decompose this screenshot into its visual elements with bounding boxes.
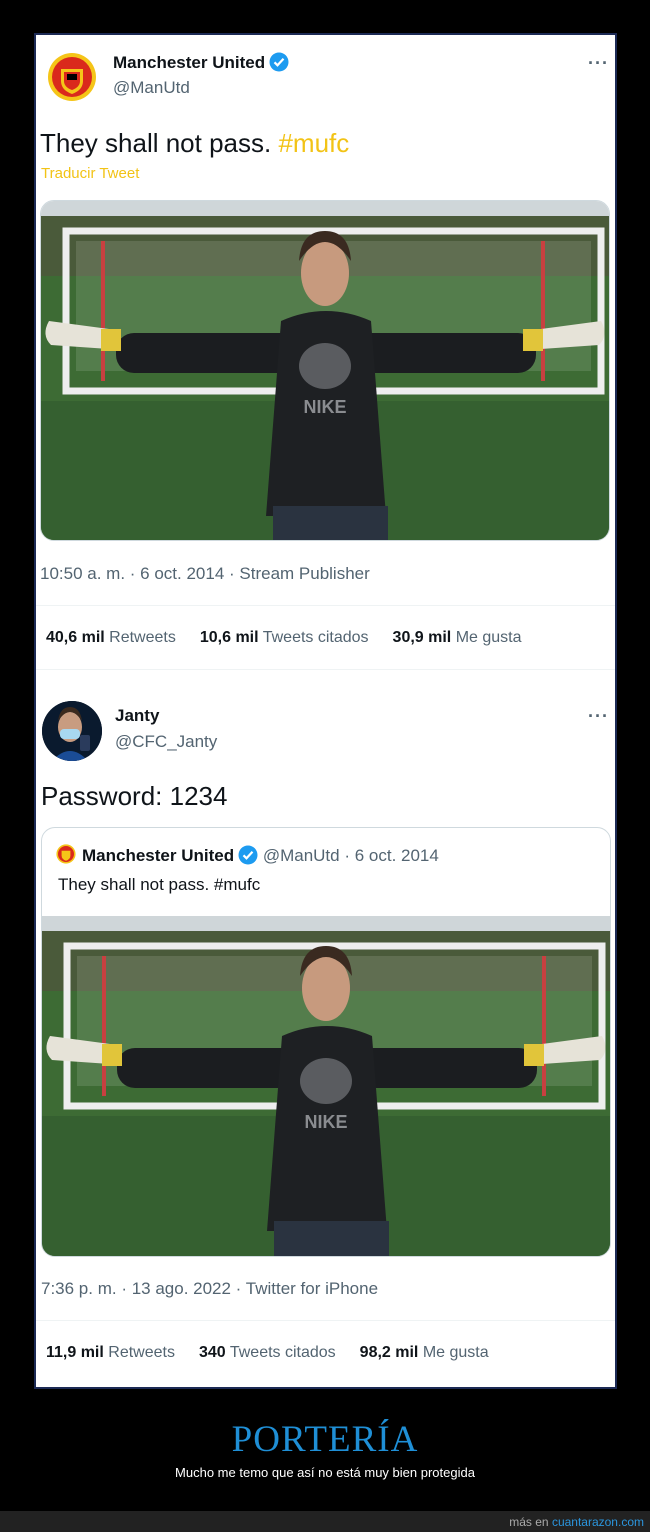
quoted-tweet[interactable]: Manchester United @ManUtd · 6 oct. 2014 … — [41, 827, 611, 1257]
quoted-tweet-text: They shall not pass. #mufc — [58, 875, 261, 894]
post-subtitle: Mucho me temo que así no está muy bien p… — [175, 1465, 475, 1480]
quoted-tweet-photo[interactable]: NIKE — [42, 916, 610, 1256]
retweets-stat[interactable]: 11,9 mil Retweets — [46, 1344, 175, 1362]
footer-credit: más en cuantarazon.com — [509, 1515, 644, 1529]
janty-avatar[interactable] — [42, 701, 102, 761]
more-options-icon[interactable]: ··· — [588, 53, 609, 74]
hashtag-link[interactable]: #mufc — [278, 128, 349, 158]
tweet-timestamp[interactable]: 10:50 a. m. · 6 oct. 2014 · Stream Publi… — [40, 564, 370, 584]
divider — [36, 669, 615, 670]
translate-tweet-link[interactable]: Traducir Tweet — [41, 165, 139, 182]
tweet-stats: 40,6 mil Retweets 10,6 mil Tweets citado… — [46, 629, 522, 647]
post-title: PORTERÍA — [231, 1419, 419, 1460]
author-handle[interactable]: @CFC_Janty — [115, 732, 217, 752]
site-link[interactable]: cuantarazon.com — [552, 1515, 644, 1529]
tweet-body: They shall not pass. #mufc — [40, 128, 350, 158]
svg-text:NIKE: NIKE — [303, 397, 346, 417]
tweet-photo[interactable]: NIKE — [40, 200, 610, 541]
verified-badge-icon — [238, 845, 258, 865]
tweet-body: Password: 1234 — [41, 781, 228, 811]
author-name[interactable]: Janty — [115, 706, 159, 726]
quoted-handle-date: @ManUtd · 6 oct. 2014 — [262, 846, 439, 865]
quoted-tweet-header: Manchester United @ManUtd · 6 oct. 2014 — [56, 844, 439, 866]
manutd-avatar[interactable] — [47, 52, 97, 102]
likes-stat[interactable]: 98,2 mil Me gusta — [360, 1344, 489, 1362]
likes-stat[interactable]: 30,9 mil Me gusta — [393, 629, 522, 647]
quoted-author-name: Manchester United — [82, 846, 235, 865]
tweet-stats: 11,9 mil Retweets 340 Tweets citados 98,… — [46, 1344, 489, 1362]
divider — [36, 1320, 615, 1321]
footer-bar: más en cuantarazon.com — [0, 1511, 650, 1532]
author-handle[interactable]: @ManUtd — [113, 78, 190, 98]
verified-badge-icon — [269, 52, 289, 72]
divider — [36, 605, 615, 606]
tweet-timestamp[interactable]: 7:36 p. m. · 13 ago. 2022 · Twitter for … — [41, 1279, 378, 1299]
retweets-stat[interactable]: 40,6 mil Retweets — [46, 629, 176, 647]
tweet-screenshot-card: Manchester United @ManUtd ··· They shall… — [34, 33, 617, 1389]
author-name[interactable]: Manchester United — [113, 52, 289, 73]
more-options-icon[interactable]: ··· — [588, 706, 609, 727]
quote-tweets-stat[interactable]: 340 Tweets citados — [199, 1344, 336, 1362]
svg-text:NIKE: NIKE — [304, 1112, 347, 1132]
manutd-avatar-small — [56, 844, 76, 864]
quote-tweets-stat[interactable]: 10,6 mil Tweets citados — [200, 629, 369, 647]
